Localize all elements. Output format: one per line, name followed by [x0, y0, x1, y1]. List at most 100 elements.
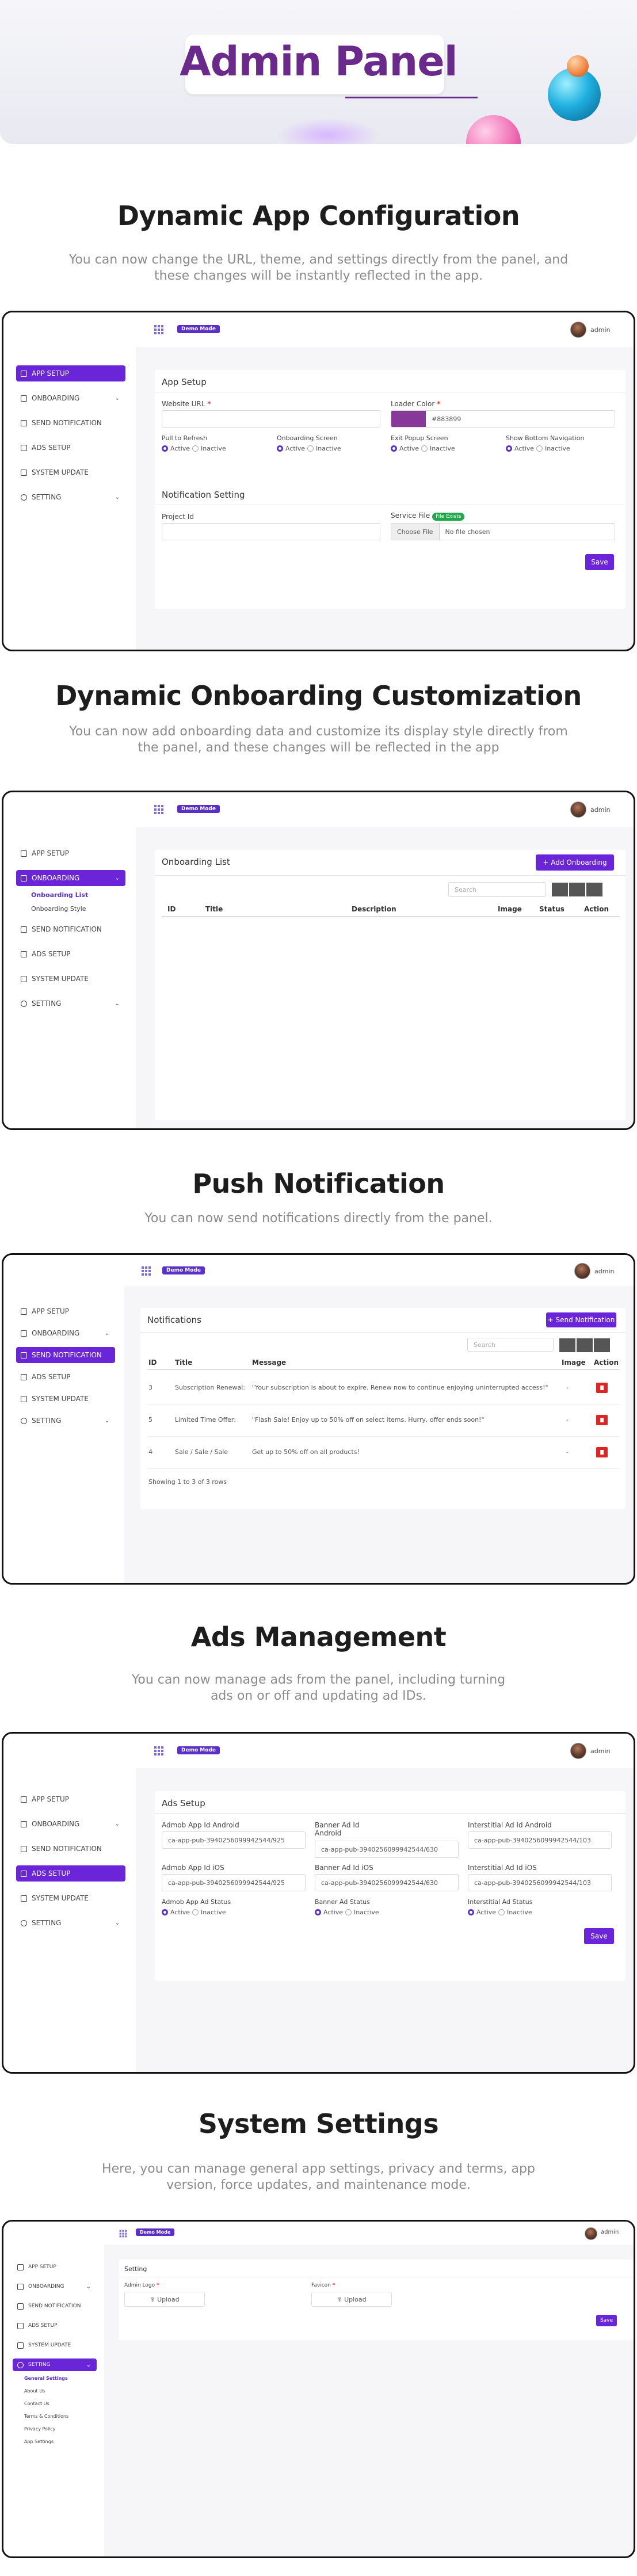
- favicon-upload[interactable]: ⇪ Upload: [311, 2292, 392, 2307]
- columns-icon[interactable]: [569, 883, 585, 896]
- sidebar-item-setting[interactable]: SETTING ⌄: [16, 995, 125, 1012]
- sidebar-item-send-notification[interactable]: SEND NOTIFICATION: [16, 1347, 115, 1363]
- sidebar-item-send-notification[interactable]: SEND NOTIFICATION: [13, 2300, 97, 2312]
- sidebar-item-ads-setup[interactable]: ADS SETUP: [16, 1865, 125, 1882]
- sidebar-item-app-setup[interactable]: APP SETUP: [16, 365, 125, 381]
- admin-label[interactable]: admin: [590, 326, 610, 334]
- sidebar-item-onboarding[interactable]: ONBOARDING ⌄: [16, 870, 125, 886]
- radio-group[interactable]: Active Inactive: [391, 445, 455, 452]
- sidebar-item-onboarding[interactable]: ONBOARDING ⌄: [16, 1325, 115, 1341]
- col-id[interactable]: ID: [148, 1358, 157, 1367]
- menu-grid-icon[interactable]: [119, 2230, 127, 2238]
- avatar[interactable]: [570, 802, 586, 818]
- website-url-input[interactable]: [162, 410, 380, 428]
- sidebar-item-system-update[interactable]: SYSTEM UPDATE: [16, 971, 125, 987]
- radio-inactive[interactable]: [345, 1909, 352, 1915]
- refresh-icon[interactable]: [559, 1338, 575, 1352]
- radio-active[interactable]: [391, 445, 397, 452]
- admin-label[interactable]: admin: [594, 1268, 614, 1275]
- admin-label[interactable]: admin: [601, 2229, 619, 2235]
- admin-logo-upload[interactable]: ⇪ Upload: [124, 2292, 205, 2307]
- sidebar-item-setting[interactable]: SETTING ⌄: [16, 1413, 115, 1429]
- col-title[interactable]: Title: [175, 1358, 192, 1367]
- delete-icon[interactable]: [596, 1383, 608, 1393]
- save-button[interactable]: Save: [596, 2315, 617, 2326]
- sidebar-item-system-update[interactable]: SYSTEM UPDATE: [16, 1391, 115, 1407]
- sidebar-item-onboarding[interactable]: ONBOARDING ⌄: [13, 2280, 97, 2293]
- sidebar-item-ads-setup[interactable]: ADS SETUP: [13, 2319, 97, 2332]
- sidebar-sub-general-settings[interactable]: General Settings: [24, 2376, 68, 2381]
- send-notification-button[interactable]: + Send Notification: [546, 1312, 616, 1327]
- sidebar-item-setting[interactable]: SETTING ⌄: [13, 2359, 97, 2371]
- sidebar-item-app-setup[interactable]: APP SETUP: [16, 1791, 125, 1807]
- sidebar-item-send-notification[interactable]: SEND NOTIFICATION: [16, 415, 125, 431]
- col-title[interactable]: Title: [205, 905, 223, 913]
- radio-active[interactable]: [162, 445, 168, 452]
- menu-grid-icon[interactable]: [154, 325, 163, 334]
- columns-icon[interactable]: [577, 1338, 593, 1352]
- save-button[interactable]: Save: [585, 554, 614, 570]
- banner-ad-id-ios-input[interactable]: ca-app-pub-3940256099942544/630: [315, 1874, 459, 1891]
- sidebar-item-onboarding[interactable]: ONBOARDING ⌄: [16, 1816, 125, 1832]
- col-image[interactable]: Image: [562, 1358, 586, 1367]
- col-action[interactable]: Action: [584, 905, 609, 913]
- refresh-icon[interactable]: [552, 883, 568, 896]
- col-action[interactable]: Action: [594, 1358, 619, 1367]
- admin-label[interactable]: admin: [590, 806, 610, 814]
- sidebar-item-app-setup[interactable]: APP SETUP: [13, 2261, 97, 2273]
- radio-inactive[interactable]: [192, 445, 199, 452]
- avatar[interactable]: [585, 2227, 597, 2240]
- sidebar-item-send-notification[interactable]: SEND NOTIFICATION: [16, 1841, 125, 1857]
- sidebar-item-ads-setup[interactable]: ADS SETUP: [16, 1369, 115, 1385]
- radio-inactive[interactable]: [536, 445, 543, 452]
- search-input[interactable]: Search: [467, 1338, 554, 1352]
- sidebar-sub-onboarding-style[interactable]: Onboarding Style: [31, 905, 86, 913]
- interstitial-ad-id-android-input[interactable]: ca-app-pub-3940256099942544/103: [468, 1831, 612, 1849]
- banner-ad-id-android-input[interactable]: ca-app-pub-3940256099942544/630: [315, 1841, 459, 1858]
- menu-grid-icon[interactable]: [154, 805, 163, 814]
- sidebar-item-onboarding[interactable]: ONBOARDING ⌄: [16, 390, 125, 406]
- export-icon[interactable]: [594, 1338, 610, 1352]
- loader-color-input[interactable]: #883899: [391, 410, 615, 428]
- avatar[interactable]: [570, 1743, 586, 1759]
- service-file-input[interactable]: Choose File No file chosen: [391, 523, 615, 540]
- radio-group[interactable]: Active Inactive: [162, 1909, 226, 1916]
- radio-active[interactable]: [277, 445, 283, 452]
- menu-grid-icon[interactable]: [154, 1746, 163, 1756]
- sidebar-item-setting[interactable]: SETTING ⌄: [16, 489, 125, 505]
- radio-inactive[interactable]: [192, 1909, 199, 1915]
- avatar[interactable]: [574, 1263, 590, 1279]
- sidebar-sub-app-settings[interactable]: App Settings: [24, 2439, 54, 2444]
- radio-group[interactable]: Active Inactive: [162, 445, 226, 452]
- sidebar-item-system-update[interactable]: SYSTEM UPDATE: [16, 464, 125, 480]
- color-swatch[interactable]: [391, 411, 426, 427]
- sidebar-item-send-notification[interactable]: SEND NOTIFICATION: [16, 921, 125, 937]
- sidebar-item-app-setup[interactable]: APP SETUP: [16, 845, 125, 861]
- avatar[interactable]: [570, 322, 586, 338]
- col-status[interactable]: Status: [539, 905, 564, 913]
- add-onboarding-button[interactable]: + Add Onboarding: [536, 854, 614, 871]
- sidebar-item-app-setup[interactable]: APP SETUP: [16, 1303, 115, 1319]
- radio-active[interactable]: [162, 1909, 168, 1915]
- col-image[interactable]: Image: [498, 905, 522, 913]
- radio-group[interactable]: Active Inactive: [468, 1909, 532, 1916]
- delete-icon[interactable]: [596, 1447, 608, 1457]
- sidebar-sub-terms[interactable]: Terms & Conditions: [24, 2414, 68, 2419]
- sidebar-sub-contact-us[interactable]: Contact Us: [24, 2401, 49, 2406]
- radio-group[interactable]: Active Inactive: [315, 1909, 379, 1916]
- radio-group[interactable]: Active Inactive: [277, 445, 341, 452]
- sidebar-sub-privacy-policy[interactable]: Privacy Policy: [24, 2426, 56, 2432]
- radio-inactive[interactable]: [307, 445, 314, 452]
- save-button[interactable]: Save: [584, 1928, 614, 1944]
- radio-group[interactable]: Active Inactive: [506, 445, 570, 452]
- sidebar-item-ads-setup[interactable]: ADS SETUP: [16, 946, 125, 962]
- project-id-input[interactable]: [162, 523, 380, 540]
- delete-icon[interactable]: [596, 1415, 608, 1425]
- radio-active[interactable]: [506, 445, 512, 452]
- menu-grid-icon[interactable]: [142, 1266, 151, 1276]
- radio-inactive[interactable]: [498, 1909, 505, 1915]
- sidebar-sub-onboarding-list[interactable]: Onboarding List: [31, 891, 88, 899]
- interstitial-ad-id-ios-input[interactable]: ca-app-pub-3940256099942544/103: [468, 1874, 612, 1891]
- col-message[interactable]: Message: [252, 1358, 286, 1367]
- sidebar-item-system-update[interactable]: SYSTEM UPDATE: [13, 2339, 97, 2352]
